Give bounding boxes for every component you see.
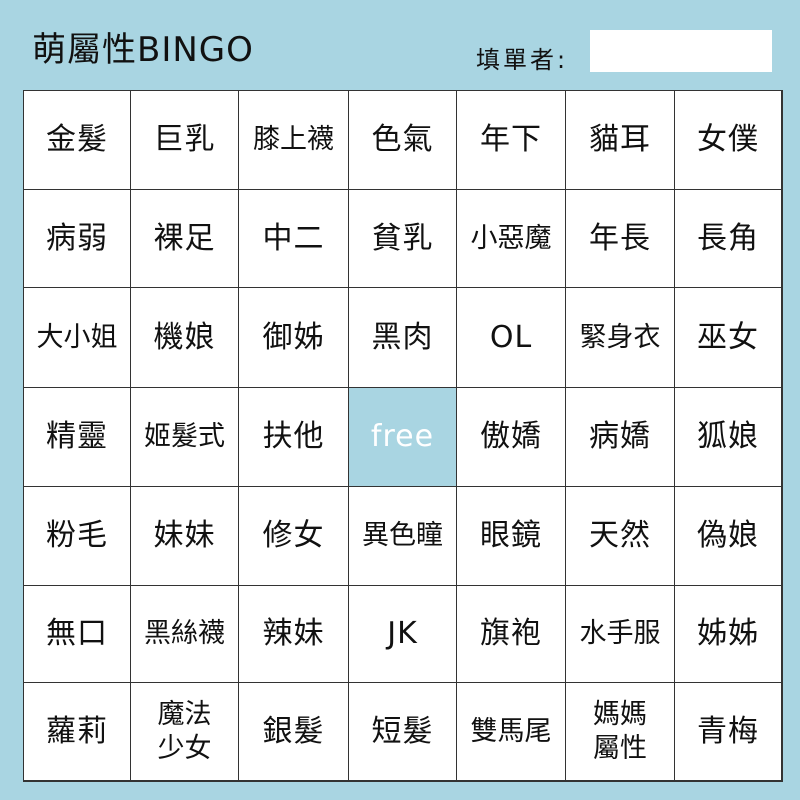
bingo-cell[interactable]: 御姊	[239, 288, 349, 388]
bingo-cell[interactable]: 粉毛	[24, 487, 131, 586]
bingo-cell[interactable]: 中二	[239, 190, 349, 288]
filler-name-input[interactable]	[590, 30, 772, 72]
bingo-cell[interactable]: 旗袍	[457, 586, 566, 683]
bingo-cell[interactable]: 眼鏡	[457, 487, 566, 586]
bingo-cell[interactable]: 膝上襪	[239, 91, 349, 190]
bingo-cell[interactable]: 傲嬌	[457, 388, 566, 487]
bingo-cell[interactable]: 青梅	[675, 683, 782, 781]
bingo-cell[interactable]: 病嬌	[566, 388, 675, 487]
bingo-cell[interactable]: 魔法 少女	[131, 683, 239, 781]
bingo-cell[interactable]: 黑絲襪	[131, 586, 239, 683]
bingo-cell[interactable]: OL	[457, 288, 566, 388]
bingo-cell[interactable]: 年下	[457, 91, 566, 190]
bingo-cell[interactable]: 巨乳	[131, 91, 239, 190]
bingo-cell[interactable]: 裸足	[131, 190, 239, 288]
bingo-cell[interactable]: 機娘	[131, 288, 239, 388]
bingo-cell[interactable]: 狐娘	[675, 388, 782, 487]
bingo-cell[interactable]: 女僕	[675, 91, 782, 190]
bingo-cell[interactable]: 色氣	[349, 91, 457, 190]
bingo-cell[interactable]: 貧乳	[349, 190, 457, 288]
page-title: 萌屬性BINGO	[32, 30, 254, 70]
bingo-cell[interactable]: 小惡魔	[457, 190, 566, 288]
bingo-cell[interactable]: 姊姊	[675, 586, 782, 683]
bingo-cell[interactable]: 異色瞳	[349, 487, 457, 586]
bingo-cell[interactable]: 長角	[675, 190, 782, 288]
bingo-cell[interactable]: 黑肉	[349, 288, 457, 388]
bingo-cell[interactable]: 修女	[239, 487, 349, 586]
bingo-cell[interactable]: 扶他	[239, 388, 349, 487]
bingo-cell[interactable]: 病弱	[24, 190, 131, 288]
bingo-cell-free[interactable]: free	[349, 388, 457, 487]
bingo-cell[interactable]: 妹妹	[131, 487, 239, 586]
bingo-cell[interactable]: 姬髮式	[131, 388, 239, 487]
bingo-cell[interactable]: 辣妹	[239, 586, 349, 683]
bingo-cell[interactable]: 天然	[566, 487, 675, 586]
bingo-cell[interactable]: 銀髮	[239, 683, 349, 781]
bingo-cell[interactable]: 偽娘	[675, 487, 782, 586]
bingo-cell[interactable]: 巫女	[675, 288, 782, 388]
bingo-cell[interactable]: 短髮	[349, 683, 457, 781]
bingo-cell[interactable]: 精靈	[24, 388, 131, 487]
bingo-cell[interactable]: 水手服	[566, 586, 675, 683]
bingo-board: 金髮 巨乳 膝上襪 色氣 年下 貓耳 女僕病弱 裸足 中二 貧乳 小惡魔 年長 長角大小姐 機娘 御姊 黑肉 O…	[23, 90, 783, 782]
bingo-cell[interactable]: 貓耳	[566, 91, 675, 190]
bingo-cell[interactable]: 緊身衣	[566, 288, 675, 388]
bingo-cell[interactable]: 雙馬尾	[457, 683, 566, 781]
bingo-cell[interactable]: 蘿莉	[24, 683, 131, 781]
bingo-cell[interactable]: 媽媽 屬性	[566, 683, 675, 781]
bingo-cell[interactable]: 金髮	[24, 91, 131, 190]
bingo-cell[interactable]: JK	[349, 586, 457, 683]
bingo-cell[interactable]: 大小姐	[24, 288, 131, 388]
bingo-cell[interactable]: 無口	[24, 586, 131, 683]
filler-label: 填單者:	[476, 46, 569, 74]
bingo-cell[interactable]: 年長	[566, 190, 675, 288]
